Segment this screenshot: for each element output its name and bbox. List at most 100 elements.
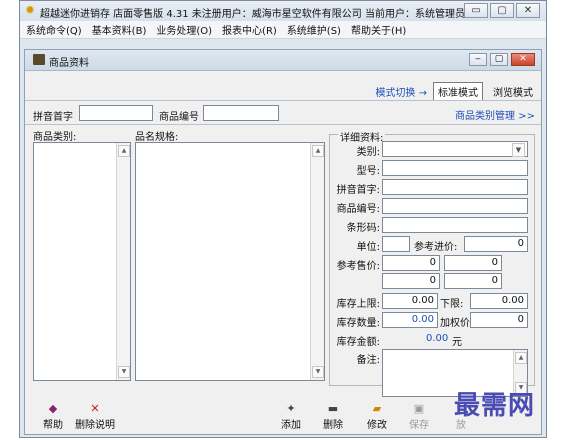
ref-sale-label: 参考售价: <box>336 261 380 272</box>
scroll-up-icon[interactable]: ▲ <box>312 145 324 157</box>
inner-close-button[interactable]: ✕ <box>511 53 535 66</box>
ref-sale-input-1[interactable]: 0 <box>382 255 440 271</box>
scroll-down-icon[interactable]: ▼ <box>312 366 324 378</box>
add-button[interactable]: ✦ 添加 <box>269 402 313 431</box>
details-group: 详细资料: 类别: ▼ 型号: 拼音首字: 商品编号: 条形码: 单位: 参考进… <box>329 129 535 397</box>
maximize-icon: ▢ <box>497 5 507 16</box>
spec-list-scrollbar[interactable]: ▲ ▼ <box>310 143 324 380</box>
menu-basic[interactable]: 基本资料(B) <box>92 22 147 37</box>
details-group-title: 详细资料: <box>338 129 386 144</box>
delete-desc-button[interactable]: ✕ 删除说明 <box>73 402 117 431</box>
detail-model-input[interactable] <box>382 160 528 176</box>
stock-qty-value: 0.00 <box>382 312 438 328</box>
save-button[interactable]: ▣ 保存 <box>397 402 441 431</box>
edit-button-label: 修改 <box>367 420 387 431</box>
stock-amount-value: 0.00 <box>426 333 449 344</box>
category-list-scrollbar[interactable]: ▲ ▼ <box>116 143 130 380</box>
close-button[interactable]: ✕ <box>516 3 540 18</box>
help-button[interactable]: ◆ 帮助 <box>31 402 75 431</box>
category-list[interactable]: ▲ ▼ <box>33 142 131 381</box>
ref-sale-input-4[interactable]: 0 <box>444 273 502 289</box>
divider <box>25 124 541 125</box>
code-filter-input[interactable] <box>203 105 279 121</box>
minimize-icon: ‒ <box>475 54 481 64</box>
divider <box>25 100 541 101</box>
category-manage-link[interactable]: 商品类别管理 >> <box>455 107 535 122</box>
detail-code-input[interactable] <box>382 198 528 214</box>
ref-purchase-input[interactable]: 0 <box>464 236 528 252</box>
browse-mode-button[interactable]: 浏览模式 <box>489 83 537 100</box>
product-window-titlebar: 商品资料 ‒ ▢ ✕ <box>25 50 541 71</box>
app-window: ✹ 超越迷你进销存 店面零售版 4.31 未注册用户：威海市星空软件有限公司 当… <box>19 0 547 438</box>
stock-lower-input[interactable]: 0.00 <box>470 293 528 309</box>
help-icon: ◆ <box>48 402 58 415</box>
app-titlebar: ✹ 超越迷你进销存 店面零售版 4.31 未注册用户：威海市星空软件有限公司 当… <box>20 1 546 21</box>
scroll-up-icon[interactable]: ▲ <box>118 145 130 157</box>
minimize-icon: ▭ <box>471 5 481 16</box>
close-icon: ✕ <box>523 5 533 16</box>
pinyin-filter-label: 拼音首字 <box>33 112 73 123</box>
inner-minimize-button[interactable]: ‒ <box>469 53 487 66</box>
menu-system[interactable]: 系统命令(Q) <box>26 22 82 37</box>
pinyin-filter-input[interactable] <box>79 105 153 121</box>
delete-button[interactable]: ▬ 删除 <box>311 402 355 431</box>
menu-business[interactable]: 业务处理(O) <box>156 22 212 37</box>
stock-amount-label: 库存金额: <box>336 337 380 348</box>
detail-unit-input[interactable] <box>382 236 410 252</box>
detail-barcode-label: 条形码: <box>346 223 380 234</box>
detail-code-label: 商品编号: <box>336 204 380 215</box>
stock-upper-input[interactable]: 0.00 <box>382 293 438 309</box>
stock-upper-label: 库存上限: <box>336 299 380 310</box>
stock-amount-unit: 元 <box>452 337 462 348</box>
menu-reports[interactable]: 报表中心(R) <box>222 22 277 37</box>
edit-button[interactable]: ▰ 修改 <box>355 402 399 431</box>
folder-icon: ▰ <box>372 402 382 415</box>
watermark-logo: 最需网 <box>453 391 535 421</box>
standard-mode-button[interactable]: 标准模式 <box>433 82 483 101</box>
delete-x-icon: ✕ <box>90 402 100 415</box>
bottom-toolbar: ◆ 帮助 ✕ 删除说明 ✦ 添加 ▬ 删除 ▰ 修改 ▣ 保存 放 最需网 <box>25 391 541 434</box>
category-list-label: 商品类别: <box>33 132 77 143</box>
sun-icon: ✹ <box>25 3 36 17</box>
remarks-label: 备注: <box>356 355 380 366</box>
inner-maximize-button[interactable]: ▢ <box>490 53 508 66</box>
weighted-price-label: 加权价 <box>440 318 470 329</box>
chevron-down-icon: ▼ <box>512 143 525 157</box>
add-button-label: 添加 <box>281 420 301 431</box>
close-icon: ✕ <box>519 54 527 64</box>
help-button-label: 帮助 <box>43 420 63 431</box>
ref-sale-input-3[interactable]: 0 <box>382 273 440 289</box>
product-window-title: 商品资料 <box>49 58 89 69</box>
menu-bar: 系统命令(Q) 基本资料(B) 业务处理(O) 报表中心(R) 系统维护(S) … <box>20 21 546 39</box>
product-window: 商品资料 ‒ ▢ ✕ 模式切换 → 标准模式 浏览模式 拼音首字 商品编号 商品… <box>24 49 542 435</box>
menu-help[interactable]: 帮助关于(H) <box>351 22 406 37</box>
spec-list[interactable]: ▲ ▼ <box>135 142 325 381</box>
detail-pinyin-input[interactable] <box>382 179 528 195</box>
detail-category-label: 类别: <box>356 147 380 158</box>
ref-sale-input-2[interactable]: 0 <box>444 255 502 271</box>
detail-pinyin-label: 拼音首字: <box>336 185 380 196</box>
detail-model-label: 型号: <box>356 166 380 177</box>
app-title: 超越迷你进销存 店面零售版 4.31 未注册用户：威海市星空软件有限公司 当前用… <box>40 9 465 20</box>
delete-button-label: 删除 <box>323 420 343 431</box>
maximize-button[interactable]: ▢ <box>490 3 514 18</box>
detail-category-select[interactable]: ▼ <box>382 141 528 157</box>
scroll-up-icon[interactable]: ▲ <box>515 352 527 364</box>
add-icon: ✦ <box>286 402 296 415</box>
spec-list-label: 品名规格: <box>135 132 179 143</box>
product-icon <box>33 54 45 65</box>
mode-switch-link[interactable]: 模式切换 → <box>375 84 427 99</box>
delete-desc-label: 删除说明 <box>75 420 115 431</box>
stock-lower-label: 下限: <box>440 299 464 310</box>
scroll-down-icon[interactable]: ▼ <box>118 366 130 378</box>
stock-qty-label: 库存数量: <box>336 318 380 329</box>
ref-purchase-label: 参考进价: <box>414 242 458 253</box>
detail-barcode-input[interactable] <box>382 217 528 233</box>
code-filter-label: 商品编号 <box>159 112 199 123</box>
minus-icon: ▬ <box>327 402 339 415</box>
menu-maintenance[interactable]: 系统维护(S) <box>287 22 341 37</box>
minimize-button[interactable]: ▭ <box>464 3 488 18</box>
mode-switch-row: 模式切换 → 标准模式 浏览模式 <box>375 82 537 101</box>
weighted-price-input[interactable]: 0 <box>470 312 528 328</box>
save-button-label: 保存 <box>409 420 429 431</box>
